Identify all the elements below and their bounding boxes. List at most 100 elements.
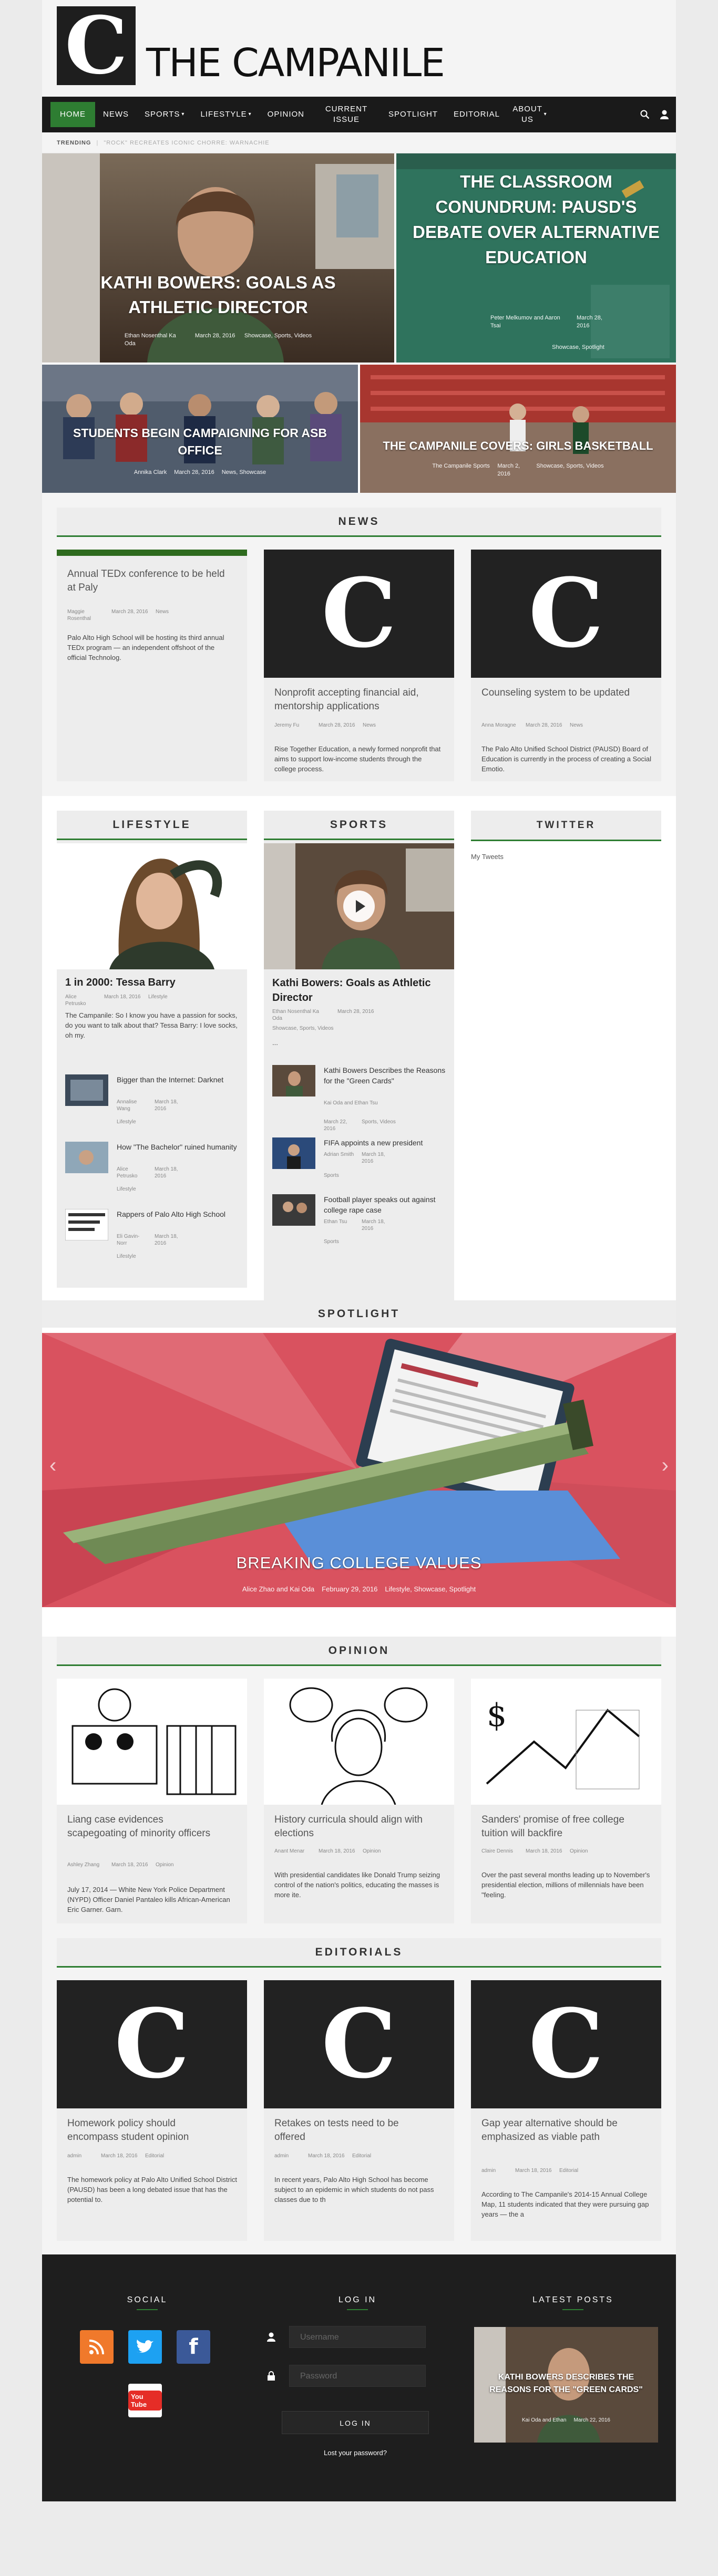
user-icon[interactable] [660, 110, 669, 119]
news-card-3-author[interactable]: Anna Moragne [481, 722, 518, 729]
lifestyle-item-2[interactable]: How "The Bachelor" ruined humanity Alice… [65, 1142, 242, 1194]
hero-left-author[interactable]: Annika Clark [134, 469, 167, 477]
news-card-1-author[interactable]: Maggie Rosenthal [67, 608, 104, 622]
spotlight-author[interactable]: Alice Zhao and Kai Oda [242, 1585, 314, 1593]
news-card-2-title[interactable]: Nonprofit accepting financial aid, mento… [274, 686, 432, 713]
lifestyle-item-3-author[interactable]: Eli Gavin-Norr [117, 1233, 148, 1247]
sports-item-2-category[interactable]: Sports [324, 1172, 339, 1179]
editorials-heading[interactable]: EDITORIALS [57, 1938, 661, 1968]
sports-heading[interactable]: SPORTS [264, 811, 454, 840]
sports-item-3-author[interactable]: Ethan Tsu [324, 1218, 355, 1232]
hero-right-tile[interactable]: THE CAMPANILE COVERS: GIRLS BASKETBALL T… [360, 365, 676, 493]
hero-left-tile[interactable]: STUDENTS BEGIN CAMPAIGNING FOR ASB OFFIC… [42, 365, 358, 493]
lifestyle-main-author[interactable]: Alice Petrusko [65, 994, 97, 1007]
news-card-2-category[interactable]: News [363, 722, 376, 729]
opinion-card-3[interactable]: $ Sanders' promise of free college tuiti… [471, 1679, 661, 1923]
opinion-card-2-title[interactable]: History curricula should align with elec… [274, 1813, 432, 1840]
hero-right-author[interactable]: The Campanile Sports [432, 462, 490, 478]
hero-side-title[interactable]: THE CLASSROOM CONUNDRUM: PAUSD'S DEBATE … [396, 169, 676, 270]
opinion-heading[interactable]: OPINION [57, 1637, 661, 1666]
password-field[interactable]: Password [289, 2365, 426, 2387]
sports-item-2-title[interactable]: FIFA appoints a new president [324, 1137, 446, 1148]
lifestyle-item-2-author[interactable]: Alice Petrusko [117, 1166, 148, 1180]
hero-right-title[interactable]: THE CAMPANILE COVERS: GIRLS BASKETBALL [360, 438, 676, 454]
opinion-card-3-image[interactable]: $ [471, 1679, 661, 1805]
sports-item-3-title[interactable]: Football player speaks out against colle… [324, 1194, 446, 1215]
editorial-card-3-category[interactable]: Editorial [559, 2167, 578, 2174]
editorial-card-3[interactable]: C Gap year alternative should be emphasi… [471, 1980, 661, 2241]
spotlight-heading[interactable]: SPOTLIGHT [42, 1300, 676, 1328]
news-card-2[interactable]: C Nonprofit accepting financial aid, men… [264, 550, 454, 781]
opinion-card-1-title[interactable]: Liang case evidences scapegoating of min… [67, 1813, 225, 1840]
editorial-card-3-title[interactable]: Gap year alternative should be emphasize… [481, 2117, 639, 2144]
search-icon[interactable] [640, 110, 650, 119]
opinion-card-3-category[interactable]: Opinion [570, 1848, 588, 1855]
spotlight-next-button[interactable]: › [662, 1454, 669, 1477]
news-card-1[interactable]: Annual TEDx conference to be held at Pal… [57, 550, 247, 781]
editorial-card-2-title[interactable]: Retakes on tests need to be offered [274, 2117, 432, 2144]
lifestyle-main-title[interactable]: 1 in 2000: Tessa Barry [65, 976, 176, 989]
editorial-card-2-image[interactable]: C [264, 1980, 454, 2108]
sports-item-2-author[interactable]: Adrian Smith [324, 1151, 355, 1165]
hero-main-tags[interactable]: Showcase, Sports, Videos [244, 332, 312, 348]
opinion-card-1[interactable]: Liang case evidences scapegoating of min… [57, 1679, 247, 1923]
sports-item-3[interactable]: Football player speaks out against colle… [272, 1194, 449, 1252]
lifestyle-item-3-title[interactable]: Rappers of Palo Alto High School [117, 1209, 239, 1219]
hero-side-tags[interactable]: Showcase, Spotlight [552, 344, 604, 351]
sports-item-1[interactable]: Kathi Bowers Describes the Reasons for t… [272, 1065, 449, 1132]
site-title[interactable]: THE CAMPANILE [146, 41, 445, 85]
lifestyle-item-1-category[interactable]: Lifestyle [117, 1119, 136, 1125]
editorial-card-1-category[interactable]: Editorial [145, 2153, 164, 2159]
hero-left-title[interactable]: STUDENTS BEGIN CAMPAIGNING FOR ASB OFFIC… [42, 425, 358, 459]
youtube-icon[interactable]: You Tube [128, 2384, 162, 2417]
editorial-card-1-author[interactable]: admin [67, 2153, 94, 2159]
sports-main-category[interactable]: Showcase, Sports, Videos [272, 1025, 334, 1032]
hero-side-tile[interactable]: THE CLASSROOM CONUNDRUM: PAUSD'S DEBATE … [396, 153, 676, 363]
username-field[interactable]: Username [289, 2326, 426, 2348]
editorial-card-3-image[interactable]: C [471, 1980, 661, 2108]
hero-main-author[interactable]: Ethan Nosenthal Ka Oda [125, 332, 188, 348]
login-button[interactable]: LOG IN [282, 2411, 429, 2434]
lifestyle-item-1[interactable]: Bigger than the Internet: Darknet Annali… [65, 1074, 242, 1127]
nav-current-issue[interactable]: CURRENT ISSUE [312, 97, 381, 132]
news-card-1-category[interactable]: News [156, 608, 169, 622]
hero-right-tags[interactable]: Showcase, Sports, Videos [536, 462, 603, 478]
news-card-3-image[interactable]: C [471, 550, 661, 678]
spotlight-slide[interactable]: BREAKING COLLEGE VALUES Alice Zhao and K… [42, 1333, 676, 1607]
lifestyle-main-category[interactable]: Lifestyle [148, 994, 168, 1007]
news-card-1-title[interactable]: Annual TEDx conference to be held at Pal… [67, 567, 225, 595]
opinion-card-1-category[interactable]: Opinion [156, 1861, 173, 1868]
footer-latest-author[interactable]: Kai Oda and Ethan [522, 2416, 567, 2424]
footer-latest-title[interactable]: KATHI BOWERS DESCRIBES THE REASONS FOR T… [485, 2371, 648, 2396]
opinion-card-3-author[interactable]: Claire Dennis [481, 1848, 518, 1855]
logo-mark[interactable]: C [57, 6, 136, 85]
lifestyle-item-1-author[interactable]: Annalise Wang [117, 1099, 148, 1112]
sports-item-2[interactable]: FIFA appoints a new president Adrian Smi… [272, 1137, 449, 1185]
sports-item-1-title[interactable]: Kathi Bowers Describes the Reasons for t… [324, 1065, 446, 1086]
lifestyle-heading[interactable]: LIFESTYLE [57, 811, 247, 840]
lifestyle-item-1-title[interactable]: Bigger than the Internet: Darknet [117, 1074, 239, 1085]
opinion-card-2-image[interactable] [264, 1679, 454, 1805]
nav-home[interactable]: HOME [50, 102, 95, 127]
sports-main-author[interactable]: Ethan Nosenthal Ka Oda [272, 1008, 330, 1022]
lifestyle-item-2-category[interactable]: Lifestyle [117, 1186, 136, 1193]
my-tweets-link[interactable]: My Tweets [471, 853, 504, 861]
hero-side-author[interactable]: Peter Melkumov and Aaron Tsai [490, 314, 569, 330]
lifestyle-main-photo[interactable] [57, 843, 247, 969]
news-card-2-image[interactable]: C [264, 550, 454, 678]
nav-editorial[interactable]: EDITORIAL [446, 97, 508, 132]
lost-password-link[interactable]: Lost your password? [282, 2449, 429, 2457]
hero-main-title[interactable]: KATHI BOWERS: GOALS AS ATHLETIC DIRECTOR [42, 270, 394, 319]
footer-latest-post[interactable]: KATHI BOWERS DESCRIBES THE REASONS FOR T… [474, 2327, 658, 2443]
sports-item-3-category[interactable]: Sports [324, 1238, 339, 1245]
opinion-card-1-image[interactable] [57, 1679, 247, 1805]
nav-spotlight[interactable]: SPOTLIGHT [381, 97, 446, 132]
editorial-card-1[interactable]: C Homework policy should encompass stude… [57, 1980, 247, 2241]
editorial-card-2-category[interactable]: Editorial [352, 2153, 371, 2159]
opinion-card-2-author[interactable]: Anant Menar [274, 1848, 311, 1855]
video-play-icon[interactable] [343, 891, 375, 922]
lifestyle-item-2-title[interactable]: How "The Bachelor" ruined humanity [117, 1142, 239, 1152]
opinion-card-3-title[interactable]: Sanders' promise of free college tuition… [481, 1813, 639, 1840]
spotlight-tags[interactable]: Lifestyle, Showcase, Spotlight [385, 1585, 476, 1593]
news-card-3-category[interactable]: News [570, 722, 583, 729]
